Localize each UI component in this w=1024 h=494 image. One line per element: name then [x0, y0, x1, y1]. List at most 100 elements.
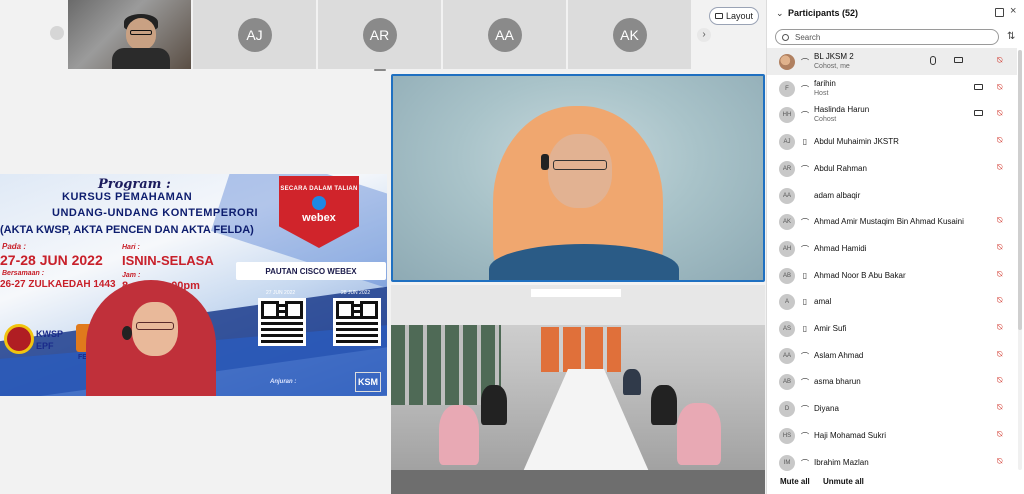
presenter-headset — [122, 326, 132, 340]
poster-title-line-3: (AKTA KWSP, AKTA PENCEN DAN AKTA FELDA) — [0, 224, 254, 236]
participant-row[interactable]: ⌒ BL JKSM 2 Cohost, me ⍉ — [767, 48, 1017, 75]
search-input[interactable] — [795, 32, 985, 42]
muted-mic-icon[interactable]: ⍉ — [997, 429, 1002, 440]
chevron-down-icon[interactable]: ⌄ — [776, 8, 784, 19]
participant-list-scrollbar[interactable] — [1018, 50, 1022, 470]
participant-row[interactable]: F ⌒ farihin Host ⍉ — [767, 75, 1017, 102]
headset-icon: ⌒ — [801, 351, 809, 361]
phone-icon: ▯ — [802, 137, 808, 147]
participants-panel: ⌄ Participants (52) × ⇅ ⌒ BL JKSM 2 Cohost… — [766, 0, 1024, 494]
participant-row[interactable]: HS ⌒ Haji Mohamad Sukri ⍉ — [767, 422, 1017, 449]
muted-mic-icon[interactable]: ⍉ — [997, 269, 1002, 280]
participant-row[interactable]: IM ⌒ Ibrahim Mazlan ⍉ — [767, 449, 1017, 473]
camera-icon — [974, 83, 983, 90]
room-attendee — [677, 403, 721, 465]
headset-icon: ⌒ — [801, 111, 809, 121]
participant-row[interactable]: AJ ▯ Abdul Muhaimin JKSTR ⍉ — [767, 128, 1017, 155]
filmstrip-next-button[interactable]: › — [697, 28, 711, 42]
kwsp-logo-icon — [4, 324, 34, 354]
filmstrip-avatar: AK — [612, 17, 647, 52]
avatar: HH — [779, 107, 795, 124]
webex-logo-icon — [312, 196, 326, 210]
filmstrip-tile-aj[interactable]: AJ — [193, 0, 316, 69]
muted-mic-icon[interactable]: ⍉ — [997, 349, 1002, 360]
headset-icon: ⌒ — [801, 431, 809, 441]
avatar — [779, 54, 795, 70]
filmstrip-tile-aa[interactable]: AA — [443, 0, 566, 69]
webex-badge-name: webex — [302, 212, 336, 224]
muted-mic-icon[interactable]: ⍉ — [997, 322, 1002, 333]
muted-mic-icon[interactable]: ⍉ — [997, 456, 1002, 467]
camera-icon — [954, 57, 963, 63]
qr-date-2: 28 JUN 2022 — [341, 290, 371, 296]
mute-all-button[interactable]: Mute all — [780, 477, 810, 486]
active-speaker-video-tile[interactable] — [391, 74, 765, 282]
filmstrip-tile-ar[interactable]: AR — [318, 0, 441, 69]
avatar: AR — [779, 160, 795, 177]
muted-mic-icon[interactable]: ⍉ — [997, 135, 1002, 146]
participant-row[interactable]: HH ⌒ Haslinda Harun Cohost ⍉ — [767, 101, 1017, 128]
participant-name: Haji Mohamad Sukri — [814, 430, 887, 440]
muted-mic-icon[interactable]: ⍉ — [997, 402, 1002, 413]
participant-name: BL JKSM 2 — [814, 52, 854, 61]
participant-row[interactable]: A ▯ amal ⍉ — [767, 288, 1017, 315]
participant-row[interactable]: AA adam albaqir — [767, 182, 1017, 209]
participant-row[interactable]: AS ▯ Amir Sufi ⍉ — [767, 315, 1017, 342]
popout-icon[interactable] — [995, 8, 1004, 17]
layout-button[interactable]: Layout — [709, 7, 759, 25]
avatar: AH — [779, 240, 795, 257]
participant-row[interactable]: AH ⌒ Ahmad Hamidi ⍉ — [767, 235, 1017, 262]
device-icon — [930, 56, 936, 65]
participant-video-glasses — [130, 30, 152, 35]
participant-row[interactable]: AK ⌒ Ahmad Amir Mustaqim Bin Ahmad Kusaini… — [767, 208, 1017, 235]
headset-icon: ⌒ — [801, 84, 809, 94]
muted-mic-icon[interactable]: ⍉ — [997, 55, 1002, 66]
participant-name: Ahmad Amir Mustaqim Bin Ahmad Kusaini — [814, 217, 964, 227]
participants-panel-header: ⌄ Participants (52) × — [767, 0, 1024, 26]
muted-mic-icon[interactable]: ⍉ — [997, 108, 1002, 119]
participant-name: Diyana — [814, 404, 839, 414]
close-icon[interactable]: × — [1010, 5, 1016, 17]
filmstrip-prev-button[interactable] — [50, 26, 64, 40]
sort-icon[interactable]: ⇅ — [1007, 31, 1015, 42]
muted-mic-icon[interactable]: ⍉ — [997, 215, 1002, 226]
avatar: AA — [779, 187, 795, 204]
speaker-headset — [541, 154, 549, 170]
participants-title: Participants (52) — [788, 8, 859, 18]
filmstrip-resize-handle[interactable] — [374, 69, 386, 71]
muted-mic-icon[interactable]: ⍉ — [997, 242, 1002, 253]
chevron-right-icon: › — [702, 29, 706, 40]
participant-row[interactable]: D ⌒ Diyana ⍉ — [767, 395, 1017, 422]
qr-code-icon — [258, 298, 306, 346]
qr-date-1: 27 JUN 2022 — [266, 290, 296, 296]
meeting-room-video-tile[interactable] — [391, 285, 765, 494]
shared-content-poster[interactable]: Program : KURSUS PEMAHAMAN UNDANG-UNDANG… — [0, 174, 387, 396]
scrollbar-thumb[interactable] — [1018, 50, 1022, 330]
filmstrip-avatar: AA — [487, 17, 522, 52]
headset-icon: ⌒ — [801, 218, 809, 228]
poster-date-label: Pada : — [2, 242, 27, 251]
unmute-all-button[interactable]: Unmute all — [823, 477, 864, 486]
participant-row[interactable]: AA ⌒ Aslam Ahmad ⍉ — [767, 342, 1017, 369]
participant-row[interactable]: AB ▯ Ahmad Noor B Abu Bakar ⍉ — [767, 262, 1017, 289]
camera-icon — [974, 110, 983, 117]
muted-mic-icon[interactable]: ⍉ — [997, 82, 1002, 93]
room-attendee — [651, 385, 677, 425]
participant-row[interactable]: AR ⌒ Abdul Rahman ⍉ — [767, 155, 1017, 182]
participant-name: Aslam Ahmad — [814, 350, 864, 360]
headset-icon: ⌒ — [801, 164, 809, 174]
room-wall — [541, 327, 621, 372]
filmstrip-tile-ak[interactable]: AK — [568, 0, 691, 69]
participant-row[interactable]: AB ⌒ asma bharun ⍉ — [767, 368, 1017, 395]
poster-date: 27-28 JUN 2022 — [0, 252, 103, 268]
participant-name: adam albaqir — [814, 190, 861, 200]
poster-webex-link-bar: PAUTAN CISCO WEBEX — [236, 262, 386, 280]
filmstrip-tile-video[interactable] — [68, 0, 191, 69]
headset-icon: ⌒ — [801, 378, 809, 388]
muted-mic-icon[interactable]: ⍉ — [997, 375, 1002, 386]
muted-mic-icon[interactable]: ⍉ — [997, 295, 1002, 306]
participant-name: Ahmad Hamidi — [814, 243, 867, 253]
phone-icon: ▯ — [802, 324, 808, 333]
participant-search[interactable] — [775, 29, 999, 45]
muted-mic-icon[interactable]: ⍉ — [997, 162, 1002, 173]
